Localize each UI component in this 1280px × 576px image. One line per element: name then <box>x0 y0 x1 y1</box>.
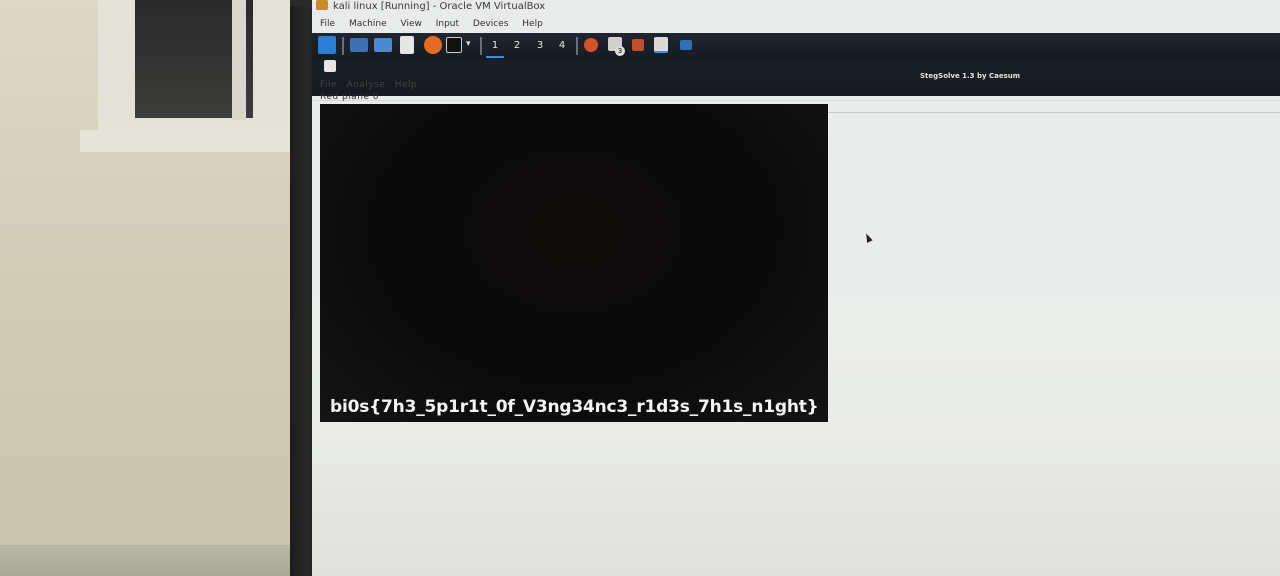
menu-input[interactable]: Input <box>436 19 459 29</box>
menu-view[interactable]: View <box>401 19 422 29</box>
desktop-icon[interactable] <box>350 38 368 52</box>
flag-text: bi0s{7h3_5p1r1t_0f_V3ng34nc3_r1d3s_7h1s_… <box>330 397 819 417</box>
workspace-4[interactable]: 4 <box>553 38 571 56</box>
terminal-icon[interactable] <box>446 37 462 53</box>
stegsolve-task-icon[interactable] <box>654 37 668 53</box>
workspace-3[interactable]: 3 <box>531 38 549 56</box>
window-title: kali linux [Running] - Oracle VM Virtual… <box>333 1 546 12</box>
app-icon-red[interactable] <box>584 38 598 52</box>
floor-strip <box>0 545 292 576</box>
kali-menu-icon[interactable] <box>318 36 336 54</box>
stego-image-view <box>320 104 828 422</box>
workspace-1[interactable]: 1 <box>486 38 504 58</box>
panel-separator <box>576 37 578 55</box>
menu-file[interactable]: File <box>320 19 335 29</box>
chevron-down-icon[interactable]: ▾ <box>466 39 471 49</box>
stegsolve-titlebar: StegSolve 1.3 by Caesum <box>312 60 1280 96</box>
window-task-icon[interactable] <box>680 40 692 50</box>
panel-separator <box>480 37 482 55</box>
menu-divider <box>312 100 1280 101</box>
panel-separator <box>342 37 344 55</box>
virtualbox-icon <box>316 0 328 10</box>
menu-devices[interactable]: Devices <box>473 19 508 29</box>
monitor-screen: kali linux [Running] - Oracle VM Virtual… <box>312 0 1280 576</box>
menu-machine[interactable]: Machine <box>349 19 387 29</box>
stegsolve-menubar: File Analyse Help <box>320 78 423 92</box>
stegsolve-title: StegSolve 1.3 by Caesum <box>920 72 1021 80</box>
image-pane-divider <box>828 112 1280 113</box>
stego-menu-help[interactable]: Help <box>395 80 418 90</box>
firefox-icon[interactable] <box>424 36 442 54</box>
screen-shade <box>312 430 1280 576</box>
workspace-2[interactable]: 2 <box>508 38 526 56</box>
files-icon[interactable] <box>374 38 392 52</box>
app-icon-flag[interactable] <box>632 39 644 51</box>
stego-menu-analyse[interactable]: Analyse <box>346 80 385 90</box>
virtualbox-titlebar: kali linux [Running] - Oracle VM Virtual… <box>316 0 1276 14</box>
text-editor-icon[interactable] <box>400 36 414 54</box>
window-sill <box>80 130 292 152</box>
stego-menu-file[interactable]: File <box>320 80 337 90</box>
notification-badge: 3 <box>615 46 625 56</box>
kali-top-panel: ▾ 1 2 3 4 3 <box>312 33 1280 60</box>
window-bar <box>232 0 246 120</box>
menu-help[interactable]: Help <box>522 19 543 29</box>
plane-label: Red plane 0 <box>320 92 380 102</box>
stegsolve-app-icon <box>324 60 336 72</box>
virtualbox-menubar: File Machine View Input Devices Help <box>320 17 1220 31</box>
mouse-cursor-icon <box>863 232 873 243</box>
